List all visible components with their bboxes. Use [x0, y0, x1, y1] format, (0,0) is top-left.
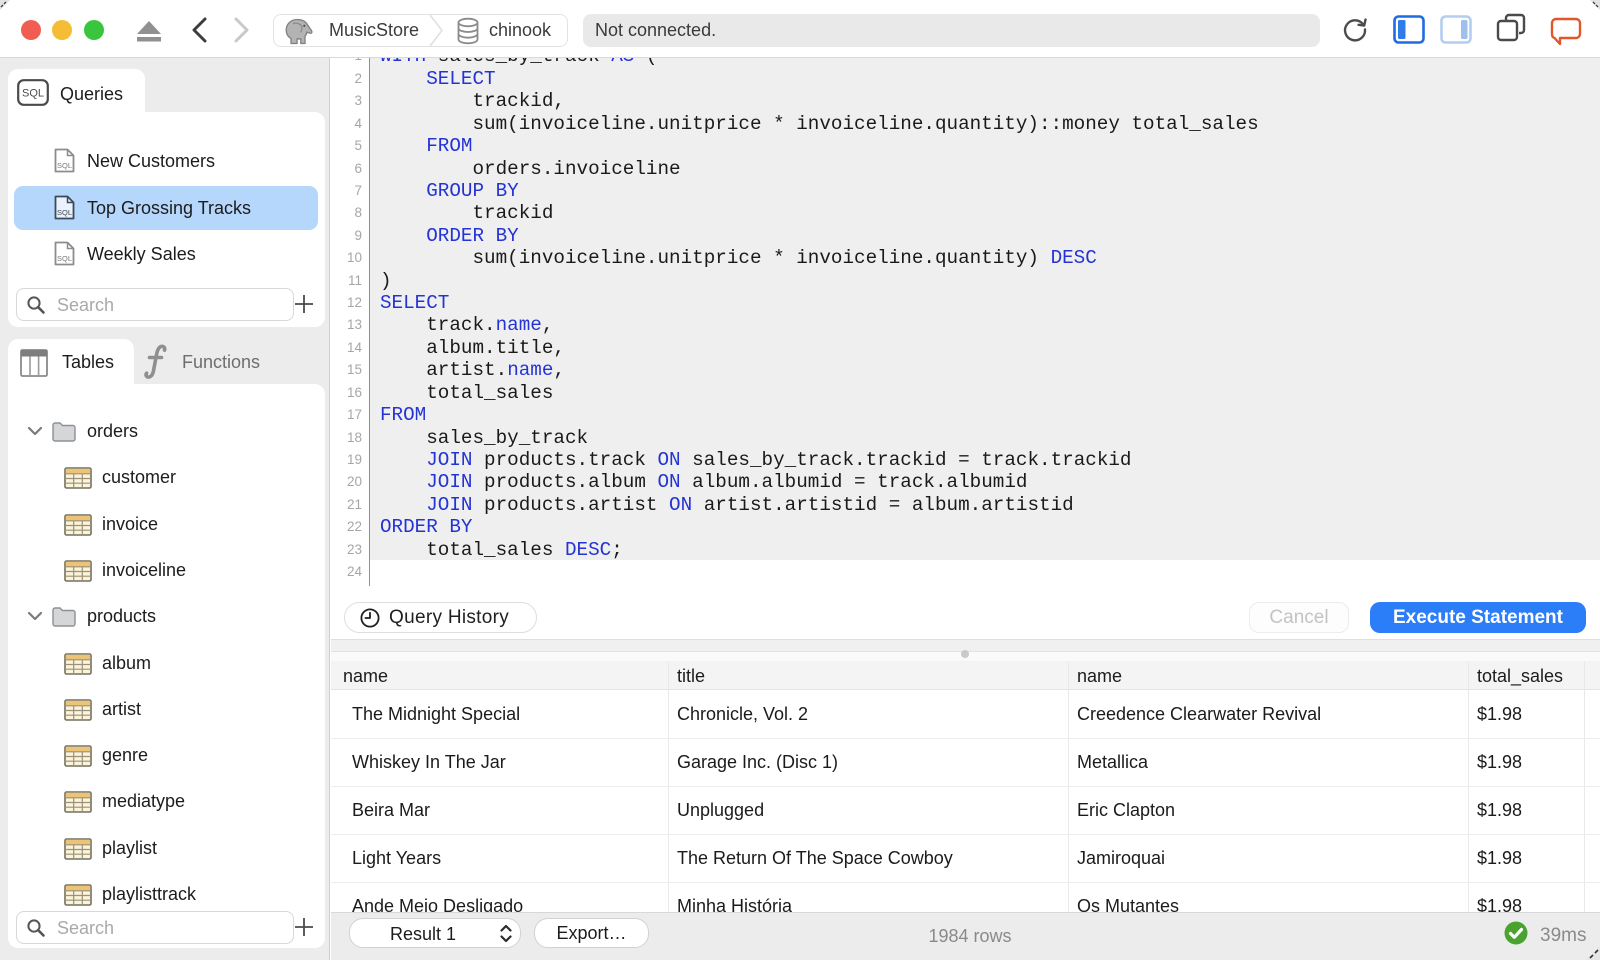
svg-text:SQL: SQL: [22, 88, 44, 100]
svg-text:SQL: SQL: [57, 254, 72, 263]
svg-text:SQL: SQL: [57, 161, 72, 170]
svg-text:SQL: SQL: [57, 208, 72, 217]
